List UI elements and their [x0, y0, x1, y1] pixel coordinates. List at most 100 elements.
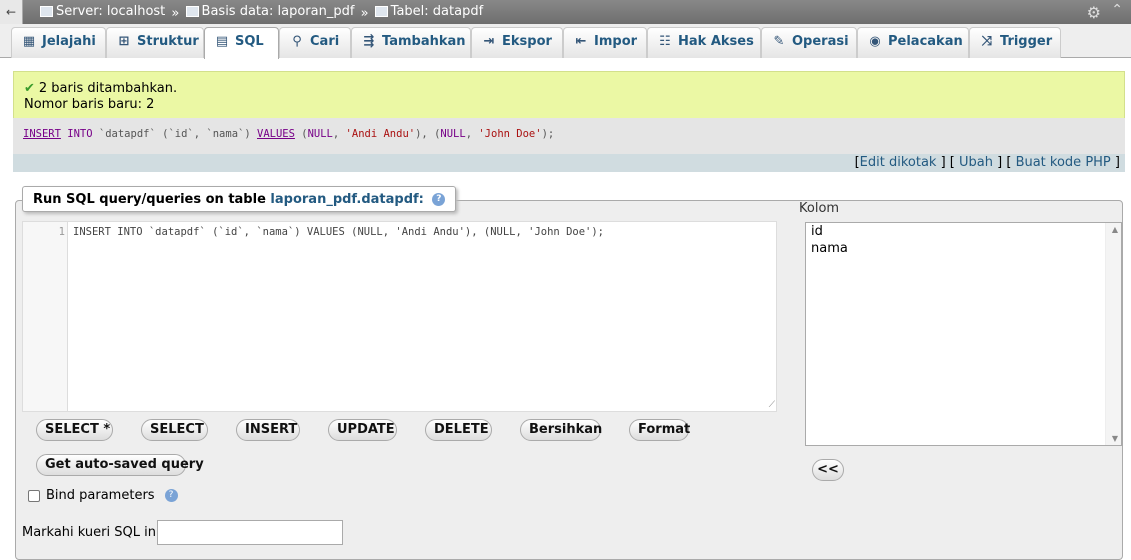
bracket: ]	[1114, 155, 1120, 170]
columns-label: Kolom	[799, 201, 840, 216]
column-option-id[interactable]: id	[806, 223, 1121, 240]
breadcrumb-database[interactable]: Basis data: laporan_pdf	[185, 4, 355, 19]
breadcrumb-server[interactable]: Server: localhost	[40, 4, 165, 19]
query-token[interactable]: VALUES	[257, 128, 295, 140]
tab-ekspor[interactable]: ⇥ Ekspor	[471, 27, 563, 58]
checkmark-icon: ✔	[24, 81, 35, 96]
query-token: NULL	[440, 128, 466, 140]
tab-label: Ekspor	[502, 34, 552, 49]
tab-sql[interactable]: ▤ SQL	[204, 27, 279, 59]
bracket: ] [	[997, 155, 1012, 170]
tab-hak-akses[interactable]: ☷ Hak Akses	[647, 27, 761, 58]
bind-parameters-label[interactable]: Bind parameters	[46, 488, 155, 503]
tab-impor[interactable]: ⇤ Impor	[563, 27, 647, 58]
privileges-icon: ☷	[659, 34, 671, 49]
bookmark-label: Markahi kueri SQL ini:	[22, 525, 164, 540]
delete-button[interactable]: DELETE	[425, 419, 492, 441]
tab-pelacakan[interactable]: ◉ Pelacakan	[857, 27, 969, 58]
tab-trigger[interactable]: ⤨ Trigger	[969, 27, 1061, 58]
gear-icon[interactable]: ⚙	[1087, 3, 1101, 22]
resize-handle-icon[interactable]: ⟋	[769, 400, 775, 410]
query-token: );	[541, 128, 555, 140]
bind-parameters[interactable]: Bind parameters ?	[28, 488, 178, 503]
line-number: 1	[58, 226, 65, 238]
breadcrumb-table[interactable]: Tabel: datapdf	[374, 4, 484, 19]
tab-label: Operasi	[792, 34, 849, 49]
query-token: ),	[415, 128, 428, 140]
tab-label: Struktur	[137, 34, 199, 49]
success-message: ✔ 2 baris ditambahkan. Nomor baris baru: …	[13, 71, 1125, 118]
success-row-number-text: Nomor baris baru: 2	[24, 97, 155, 112]
server-icon	[40, 6, 53, 17]
update-button[interactable]: UPDATE	[328, 419, 397, 441]
tab-label: Jelajahi	[42, 34, 96, 49]
success-rows-text: 2 baris ditambahkan.	[38, 81, 178, 96]
tab-label: Impor	[594, 34, 638, 49]
legend-prefix: Run SQL query/queries on table	[33, 192, 266, 207]
tab-tambahkan[interactable]: ⇶ Tambahkan	[351, 27, 471, 58]
tab-bar: ▦ Jelajahi ⊞ Struktur ▤ SQL ⚲ Cari ⇶ Tam…	[0, 24, 1131, 59]
bind-parameters-checkbox[interactable]	[28, 489, 40, 502]
back-arrow-button[interactable]: ←	[0, 0, 23, 24]
collapse-icon[interactable]: ⌃	[1111, 2, 1123, 18]
query-links: [Edit dikotak ] [ Ubah ] [ Buat kode PHP…	[13, 154, 1125, 172]
query-token: 'John Doe'	[478, 128, 542, 140]
select-button[interactable]: SELECT	[141, 419, 208, 441]
query-token: ,	[193, 128, 201, 140]
help-icon[interactable]: ?	[432, 193, 446, 206]
query-token[interactable]: INSERT	[23, 128, 61, 140]
column-option-nama[interactable]: nama	[806, 240, 1121, 257]
table-link[interactable]: laporan_pdf.datapdf:	[270, 192, 423, 207]
line-number-gutter: 1	[23, 222, 68, 411]
format-button[interactable]: Format	[629, 419, 690, 441]
breadcrumb-bar: ← Server: localhost » Basis data: lapora…	[0, 0, 1131, 24]
bookmark-input[interactable]	[157, 520, 343, 545]
query-token: `id`	[168, 128, 194, 140]
table-icon: ▦	[22, 34, 36, 49]
get-autosaved-query-button[interactable]: Get auto-saved query	[36, 454, 204, 476]
tab-label: Trigger	[1000, 34, 1053, 49]
tab-jelajahi[interactable]: ▦ Jelajahi	[11, 27, 106, 58]
scrollbar[interactable]: ▲ ▼	[1105, 223, 1121, 445]
insert-icon: ⇶	[363, 34, 375, 49]
scroll-down-icon[interactable]: ▼	[1112, 434, 1118, 443]
sql-panel-legend: Run SQL query/queries on table laporan_p…	[22, 186, 457, 212]
edit-query-link[interactable]: Ubah	[959, 155, 993, 170]
tab-label: Pelacakan	[888, 34, 963, 49]
breadcrumb-separator: »	[360, 6, 369, 21]
sql-editor[interactable]: 1 INSERT INTO `datapdf` (`id`, `nama`) V…	[22, 221, 777, 412]
wrench-icon: ✎	[773, 34, 785, 49]
sql-icon: ▤	[215, 34, 229, 49]
clear-button[interactable]: Bersihkan	[520, 419, 602, 441]
database-icon	[185, 6, 199, 17]
query-token: ,	[332, 128, 340, 140]
tab-struktur[interactable]: ⊞ Struktur	[106, 27, 204, 58]
structure-icon: ⊞	[118, 34, 130, 49]
breadcrumb-database-label[interactable]: Basis data: laporan_pdf	[202, 4, 355, 19]
eye-icon: ◉	[869, 34, 881, 49]
executed-query: INSERT INTO `datapdf` (`id`, `nama`) VAL…	[13, 118, 1125, 154]
query-token: `nama`	[206, 128, 245, 140]
create-php-code-link[interactable]: Buat kode PHP	[1016, 155, 1111, 170]
tab-cari[interactable]: ⚲ Cari	[279, 27, 351, 58]
query-token: )	[244, 128, 251, 140]
breadcrumb-table-label[interactable]: Tabel: datapdf	[391, 4, 484, 19]
edit-inline-link[interactable]: Edit dikotak	[860, 155, 937, 170]
breadcrumb: Server: localhost » Basis data: laporan_…	[40, 4, 483, 21]
select-all-button[interactable]: SELECT *	[36, 419, 113, 441]
sql-code[interactable]: INSERT INTO `datapdf` (`id`, `nama`) VAL…	[73, 226, 604, 238]
query-token: INTO	[67, 128, 93, 140]
scroll-up-icon[interactable]: ▲	[1112, 225, 1118, 234]
export-icon: ⇥	[483, 34, 495, 49]
query-token: NULL	[307, 128, 333, 140]
breadcrumb-server-label[interactable]: Server: localhost	[56, 4, 165, 19]
insert-button[interactable]: INSERT	[236, 419, 300, 441]
breadcrumb-separator: »	[171, 6, 180, 21]
query-token: ,	[465, 128, 473, 140]
tab-operasi[interactable]: ✎ Operasi	[761, 27, 857, 58]
insert-column-button[interactable]: <<	[812, 459, 844, 481]
help-icon[interactable]: ?	[164, 489, 178, 502]
bracket: ] [	[940, 155, 955, 170]
table-icon	[374, 6, 388, 17]
columns-list[interactable]: id nama ▲ ▼	[805, 222, 1122, 446]
